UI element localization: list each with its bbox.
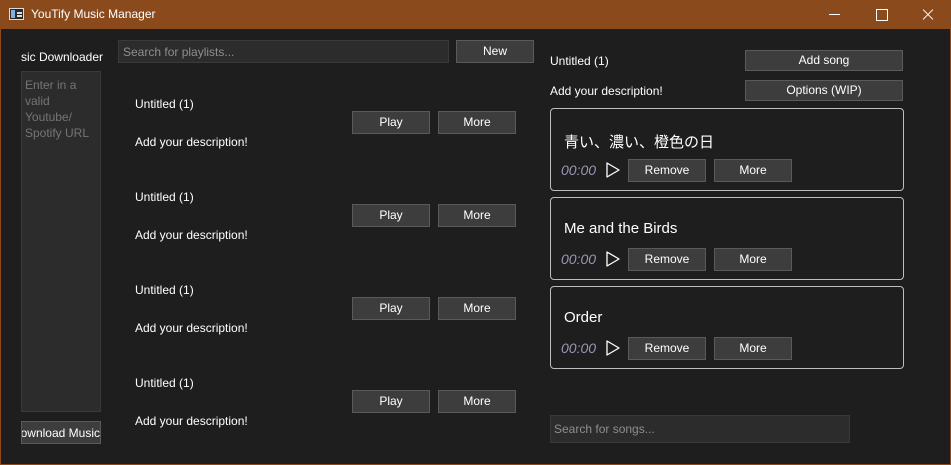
song-card: Order 00:00 Remove More — [550, 286, 904, 369]
download-music-button[interactable]: Download Music — [21, 421, 101, 444]
song-name: Order — [564, 309, 603, 326]
selected-playlist-description: Add your description! — [550, 84, 663, 98]
minimize-icon[interactable] — [812, 0, 858, 29]
song-more-button[interactable]: More — [714, 337, 792, 360]
playlist-description: Add your description! — [135, 321, 248, 335]
song-search-input[interactable] — [550, 415, 850, 443]
remove-song-button[interactable]: Remove — [628, 159, 706, 182]
song-time: 00:00 — [561, 340, 597, 356]
play-button[interactable]: Play — [352, 390, 430, 413]
new-playlist-button[interactable]: New — [456, 40, 534, 63]
play-icon[interactable] — [605, 251, 621, 267]
maximize-icon[interactable] — [858, 0, 904, 29]
selected-playlist-title: Untitled (1) — [550, 54, 609, 68]
play-button[interactable]: Play — [352, 111, 430, 134]
song-time: 00:00 — [561, 251, 597, 267]
song-card: Me and the Birds 00:00 Remove More — [550, 197, 904, 280]
song-name: 青い、濃い、橙色の日 — [564, 134, 715, 151]
more-button[interactable]: More — [438, 297, 516, 320]
song-more-button[interactable]: More — [714, 159, 792, 182]
add-song-button[interactable]: Add song — [745, 50, 903, 71]
more-button[interactable]: More — [438, 390, 516, 413]
play-button[interactable]: Play — [352, 204, 430, 227]
app-icon — [9, 8, 24, 20]
play-icon[interactable] — [605, 340, 621, 356]
playlist-title: Untitled (1) — [135, 283, 194, 297]
playlist-description: Add your description! — [135, 228, 248, 242]
window-title: YouTify Music Manager — [31, 7, 156, 21]
play-icon[interactable] — [605, 162, 621, 178]
playlist-description: Add your description! — [135, 414, 248, 428]
title-bar: YouTify Music Manager — [0, 0, 951, 29]
options-button[interactable]: Options (WIP) — [745, 80, 903, 101]
downloader-header: Music Downloader — [21, 50, 103, 64]
url-input[interactable] — [21, 71, 101, 412]
playlist-title: Untitled (1) — [135, 376, 194, 390]
playlist-search-input[interactable] — [118, 40, 449, 63]
more-button[interactable]: More — [438, 111, 516, 134]
remove-song-button[interactable]: Remove — [628, 337, 706, 360]
playlist-description: Add your description! — [135, 135, 248, 149]
playlist-title: Untitled (1) — [135, 97, 194, 111]
song-card: 青い、濃い、橙色の日 00:00 Remove More — [550, 108, 904, 191]
song-time: 00:00 — [561, 162, 597, 178]
song-name: Me and the Birds — [564, 220, 678, 237]
song-more-button[interactable]: More — [714, 248, 792, 271]
more-button[interactable]: More — [438, 204, 516, 227]
playlist-title: Untitled (1) — [135, 190, 194, 204]
play-button[interactable]: Play — [352, 297, 430, 320]
remove-song-button[interactable]: Remove — [628, 248, 706, 271]
close-icon[interactable] — [904, 0, 950, 29]
